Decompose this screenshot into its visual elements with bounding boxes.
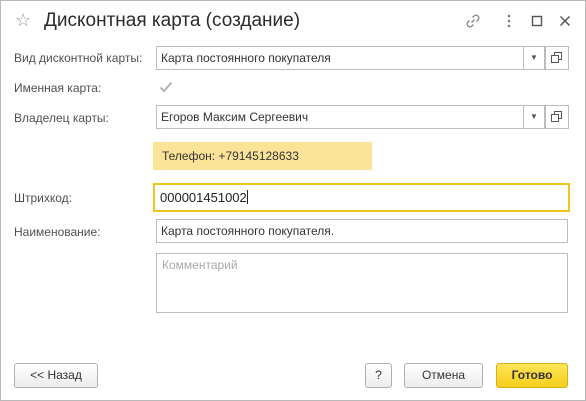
done-button[interactable]: Готово xyxy=(496,363,568,388)
barcode-input[interactable]: 000001451002 xyxy=(153,183,570,212)
maximize-icon[interactable] xyxy=(529,13,545,29)
comment-textarea[interactable]: Комментарий xyxy=(156,253,568,313)
name-input[interactable]: Карта постоянного покупателя. xyxy=(156,219,568,243)
owner-select[interactable]: Егоров Максим Сергеевич ▼ xyxy=(156,105,545,129)
owner-dropdown-button[interactable]: ▼ xyxy=(523,105,545,129)
title-bar: ☆ Дисконтная карта (создание) xyxy=(1,1,585,41)
link-icon[interactable] xyxy=(465,13,481,29)
barcode-label: Штрихкод: xyxy=(14,191,73,205)
card-type-dropdown-button[interactable]: ▼ xyxy=(523,46,545,70)
cancel-button[interactable]: Отмена xyxy=(404,363,483,388)
comment-placeholder: Комментарий xyxy=(162,258,238,272)
named-card-checkbox[interactable] xyxy=(158,79,174,95)
owner-open-button[interactable] xyxy=(545,105,569,129)
more-icon[interactable] xyxy=(501,13,517,29)
window-title: Дисконтная карта (создание) xyxy=(44,10,301,31)
phone-info: Телефон: +79145128633 xyxy=(153,142,372,170)
name-value: Карта постоянного покупателя. xyxy=(161,224,335,238)
checkmark-icon xyxy=(159,81,173,93)
open-window-icon xyxy=(551,111,562,122)
card-type-open-button[interactable] xyxy=(545,46,569,70)
card-type-label: Вид дисконтной карты: xyxy=(14,51,143,65)
barcode-value: 000001451002 xyxy=(160,190,247,205)
owner-label: Владелец карты: xyxy=(14,111,109,125)
close-icon[interactable] xyxy=(557,13,573,29)
card-create-window: ☆ Дисконтная карта (создание) Вид дискон… xyxy=(0,0,586,401)
back-button[interactable]: << Назад xyxy=(14,363,98,388)
open-window-icon xyxy=(551,52,562,63)
text-cursor xyxy=(246,190,248,204)
name-label: Наименование: xyxy=(14,225,101,239)
help-button[interactable]: ? xyxy=(365,363,392,388)
named-card-label: Именная карта: xyxy=(14,81,102,95)
card-type-value: Карта постоянного покупателя xyxy=(161,51,331,65)
star-icon[interactable]: ☆ xyxy=(15,11,31,29)
owner-value: Егоров Максим Сергеевич xyxy=(161,110,309,124)
card-type-select[interactable]: Карта постоянного покупателя ▼ xyxy=(156,46,545,70)
